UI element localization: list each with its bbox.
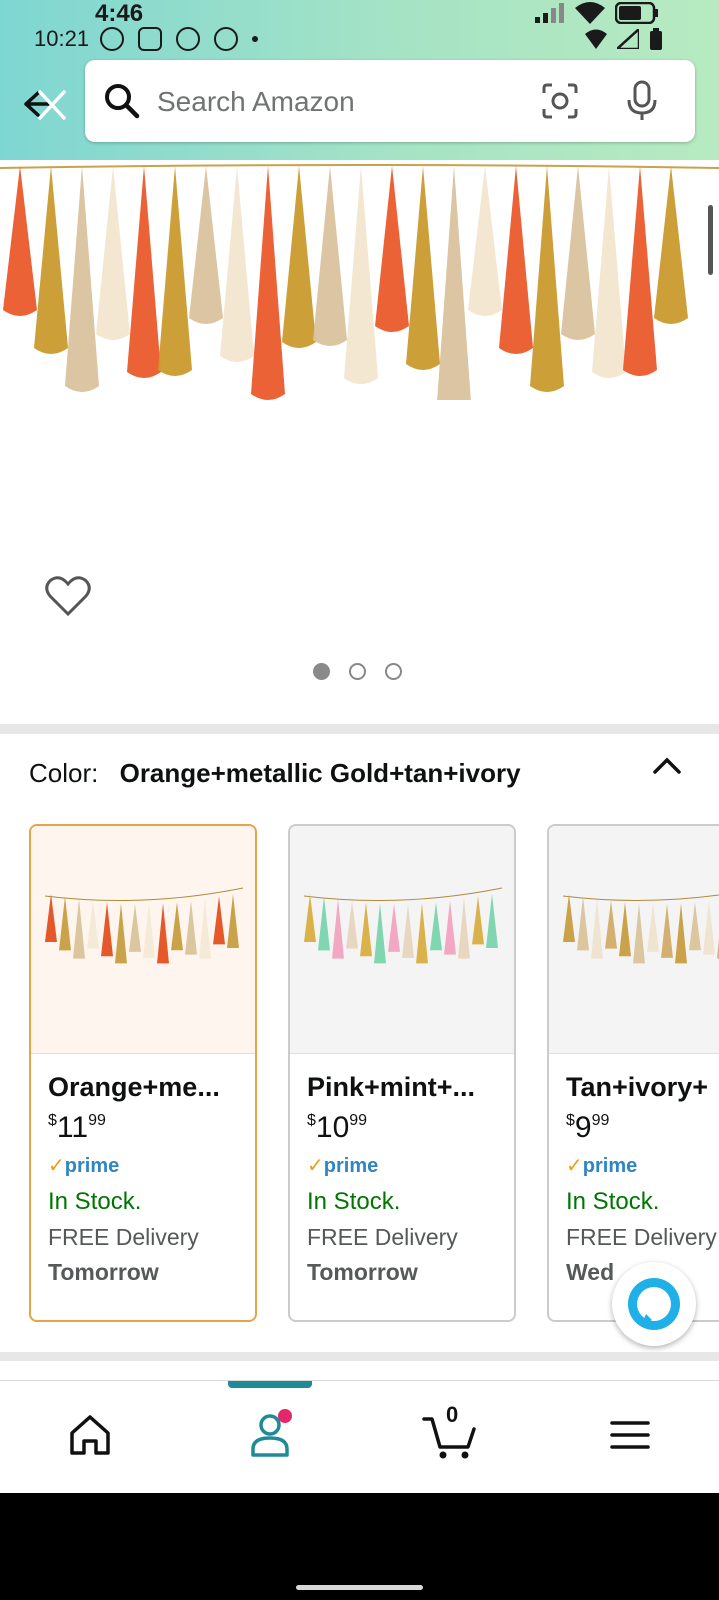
product-image[interactable] [0,160,719,400]
camera-scan-icon[interactable] [541,82,579,120]
prime-badge: ✓prime [307,1155,379,1177]
color-selector-header: Color: Orange+metallic Gold+tan+ivory [29,758,521,789]
notification-dot [278,1409,292,1423]
carousel-dot[interactable] [385,663,402,680]
system-navigation-bar [0,1493,719,1600]
messenger-icon [176,27,200,51]
swatch-card-orange[interactable]: Orange+me... $1199 ✓prime In Stock. FREE… [29,824,257,1322]
battery-icon [615,2,658,24]
bottom-navigation: 0 [0,1380,719,1493]
back-arrow-icon [24,90,66,120]
swatch-price: $1199 [48,1111,106,1144]
swatch-price: $999 [566,1111,610,1144]
status-indicators-top [535,0,659,26]
color-value: Orange+metallic Gold+tan+ivory [119,758,521,788]
swatch-image [549,826,719,1054]
carousel-dot[interactable] [349,663,366,680]
image-carousel-indicator [313,663,402,680]
color-swatch-list: Orange+me... $1199 ✓prime In Stock. FREE… [29,824,719,1324]
section-divider [0,1352,719,1361]
alexa-button[interactable] [612,1262,696,1346]
instagram-icon [138,27,162,51]
signal-icon [535,3,564,23]
status-time-secondary: 4:46 [95,0,144,27]
chevron-up-icon[interactable] [652,755,682,775]
signal-icon [617,29,639,49]
nav-cart[interactable]: 0 [420,1402,480,1465]
prime-badge: ✓prime [48,1155,120,1177]
swatch-card-pink[interactable]: Pink+mint+... $1099 ✓prime In Stock. FRE… [288,824,516,1322]
more-notifications-icon [252,36,258,42]
status-notification-icons [100,27,258,51]
scrollbar[interactable] [708,205,713,275]
prime-badge: ✓prime [566,1155,638,1177]
nav-account[interactable] [240,1405,300,1465]
swatch-name: Orange+me... [48,1072,220,1102]
wifi-icon [585,29,607,49]
swatch-name: Pink+mint+... [307,1072,476,1102]
status-indicators-bottom [585,28,663,50]
search-icon [105,84,140,119]
nav-menu[interactable] [600,1405,660,1465]
cart-count: 0 [446,1402,459,1427]
whatsapp-icon [100,27,124,51]
menu-icon [610,1421,650,1449]
alexa-icon [628,1278,680,1330]
carousel-dot[interactable] [313,663,330,680]
stock-status: In Stock. [566,1188,660,1215]
back-button[interactable] [22,84,68,124]
status-time: 10:21 [34,26,90,51]
header-bar: 4:46 10:21 Search Amazon [0,0,719,160]
section-divider [0,724,719,734]
messenger-icon [214,27,238,51]
delivery-label: FREE Delivery [566,1224,717,1250]
swatch-card-tan[interactable]: Tan+ivory+ $999 ✓prime In Stock. FREE De… [547,824,719,1322]
microphone-icon[interactable] [625,80,659,122]
battery-icon [650,28,662,50]
swatch-image [31,826,255,1054]
wifi-icon [575,2,605,24]
delivery-label: FREE Delivery [48,1224,199,1250]
wishlist-heart-icon[interactable] [45,575,91,617]
color-label: Color: [29,758,99,788]
search-input[interactable]: Search Amazon [85,60,695,142]
nav-home[interactable] [60,1405,120,1465]
home-icon [70,1415,110,1455]
swatch-image [290,826,514,1054]
home-gesture-handle[interactable] [296,1585,423,1590]
search-placeholder: Search Amazon [157,86,355,117]
stock-status: In Stock. [48,1188,142,1215]
tassel-garland-image [0,164,719,400]
delivery-label: FREE Delivery [307,1224,458,1250]
swatch-price: $1099 [307,1111,368,1144]
delivery-date: Tomorrow [307,1259,418,1285]
swatch-name: Tan+ivory+ [566,1072,709,1102]
active-tab-indicator [228,1381,312,1388]
stock-status: In Stock. [307,1188,401,1215]
delivery-date: Tomorrow [48,1259,159,1285]
